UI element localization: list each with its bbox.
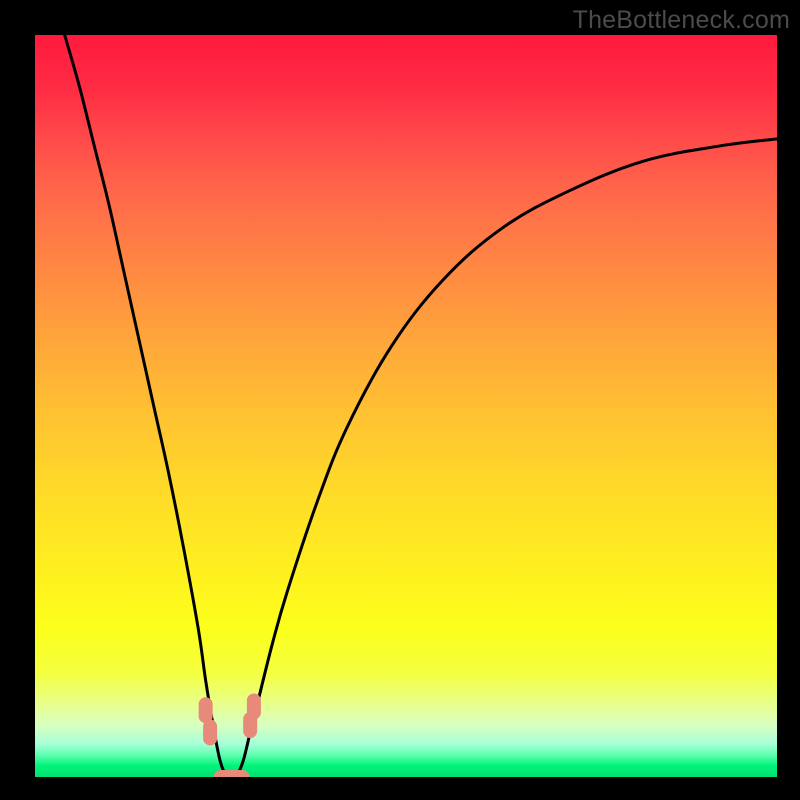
plot-area — [35, 35, 777, 777]
markers-group — [199, 694, 261, 777]
marker-right-lower — [243, 712, 257, 738]
chart-frame: TheBottleneck.com — [0, 0, 800, 800]
watermark-text: TheBottleneck.com — [573, 6, 790, 35]
bottleneck-curve-svg — [35, 35, 777, 777]
marker-left-lower — [203, 719, 217, 745]
bottleneck-curve — [65, 35, 777, 777]
marker-bottom — [214, 770, 250, 777]
marker-left-upper — [199, 697, 213, 723]
